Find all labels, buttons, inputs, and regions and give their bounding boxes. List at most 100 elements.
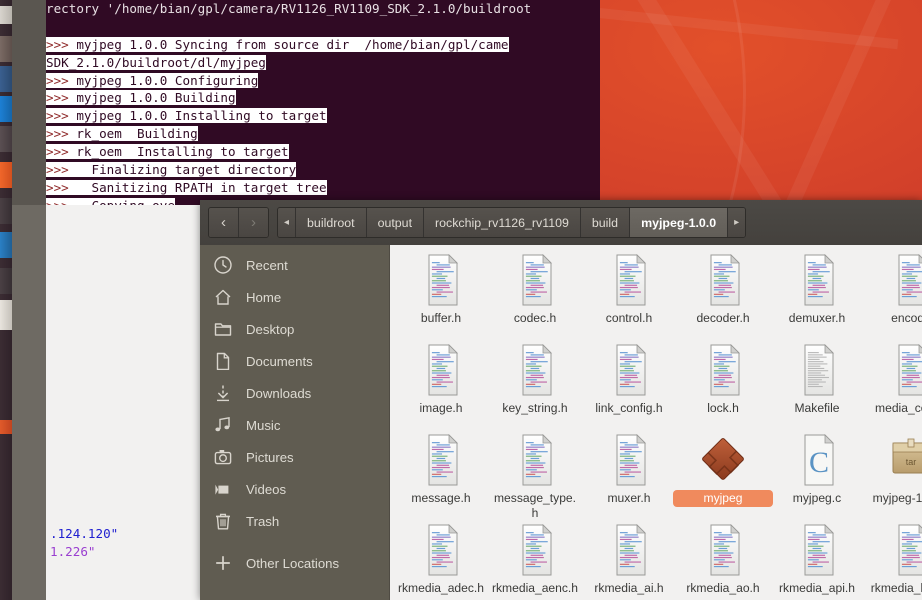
sidebar-item-trash[interactable]: Trash [200,505,389,537]
breadcrumb-item-myjpeg-1-0-0[interactable]: myjpeg-1.0.0 [630,208,729,237]
breadcrumb-item-buildroot[interactable]: buildroot [296,208,367,237]
app-icon[interactable] [0,268,12,294]
navigation-buttons[interactable]: ‹ › [208,207,269,238]
rhythmbox-icon[interactable] [0,96,12,122]
file-manager-headerbar: ‹ › ◂ buildroot output rockchip_rv1126_rv11… [200,200,922,246]
sidebar-item-documents[interactable]: Documents [200,345,389,377]
file-name-label: myjpeg-1.0.0.t [872,491,922,505]
editor-text[interactable]: .124.120" 1.226" [12,525,200,561]
terminal-line: :40>>> Finalizing target directory [12,161,600,179]
terminal-window[interactable]: rectory '/home/bian/gpl/camera/RV1126_RV… [12,0,600,205]
files-icon[interactable] [0,6,12,24]
file-name-label: demuxer.h [788,311,846,325]
unity-launcher[interactable] [0,0,12,600]
sidebar-item-home[interactable]: Home [200,281,389,313]
file-item[interactable]: image.h [394,339,488,429]
file-item[interactable]: tar myjpeg-1.0.0.t [864,429,922,519]
terminal-text: >>> rk_oem Building [46,126,198,142]
terminal-text: >>> myjpeg 1.0.0 Installing to target [46,108,327,124]
source-file-icon [513,523,557,577]
firefox-icon[interactable] [0,36,12,62]
source-file-icon [513,343,557,397]
terminal-text: SDK_2.1.0/buildroot/dl/myjpeg [46,54,266,70]
libreoffice-icon[interactable] [0,126,12,152]
file-item[interactable]: key_string.h [488,339,582,429]
sidebar-item-pictures[interactable]: Pictures [200,441,389,473]
file-item[interactable]: link_config.h [582,339,676,429]
launcher-indicator-icon[interactable] [0,420,12,434]
file-item[interactable]: muxer.h [582,429,676,519]
file-item[interactable]: rkmedia_api.h [770,519,864,600]
sidebar-item-downloads[interactable]: Downloads [200,377,389,409]
file-item[interactable]: rkmedia_ai.h [582,519,676,600]
terminal-line: :32>>> myjpeg 1.0.0 Configuring [12,72,600,90]
terminal-output[interactable]: rectory '/home/bian/gpl/camera/RV1126_RV… [12,0,600,205]
breadcrumb-item-build[interactable]: build [580,208,631,237]
sidebar-places[interactable]: Recent Home Desktop Documents Downloads Music… [200,245,390,600]
breadcrumb-item-rockchip-rv1126-rv1109[interactable]: rockchip_rv1126_rv1109 [424,208,581,237]
ubuntu-software-icon[interactable] [0,162,12,188]
file-name-label: message_type.h [493,491,577,520]
terminal-prompt-marker: >>> [46,162,69,178]
breadcrumb[interactable]: ◂ buildroot output rockchip_rv1126_rv1109 bu… [277,207,747,238]
file-item[interactable]: media_config [864,339,922,429]
terminal-text: >>> Sanitizing RPATH in target tree [46,179,327,195]
source-file-icon [419,343,463,397]
trash-icon[interactable] [0,300,12,330]
editor-line: .124.120" [50,526,119,541]
download-arrow-icon [200,384,246,402]
file-name-label: lock.h [707,401,739,415]
icon-grid[interactable]: buffer.h codec.h control.h decoder.h demuxer… [390,245,922,600]
forward-button[interactable]: › [239,208,268,237]
file-name-label: key_string.h [502,401,568,415]
executable-icon [701,433,745,487]
file-item[interactable]: rkmedia_adec.h [394,519,488,600]
terminal-icon[interactable] [0,232,12,258]
file-item[interactable]: rkmedia_aenc.h [488,519,582,600]
source-file-icon [795,523,839,577]
sidebar-item-recent[interactable]: Recent [200,249,389,281]
sidebar-item-videos[interactable]: Videos [200,473,389,505]
file-list-area[interactable]: buffer.h codec.h control.h decoder.h demuxer… [390,245,922,600]
file-item[interactable]: message_type.h [488,429,582,520]
file-name-label: message.h [411,491,471,505]
back-button[interactable]: ‹ [209,208,239,237]
sidebar-item-label: Documents [246,353,313,369]
file-item[interactable]: lock.h [676,339,770,429]
file-name-label: myjpeg [674,491,772,506]
sidebar-item-music[interactable]: Music [200,409,389,441]
file-item[interactable]: message.h [394,429,488,519]
file-name-label: control.h [605,311,653,325]
file-item[interactable]: rkmedia_ao.h [676,519,770,600]
file-item[interactable]: control.h [582,249,676,339]
file-name-label: myjpeg.c [792,491,842,505]
file-item[interactable]: Cmyjpeg.c [770,429,864,519]
pathbar-scroll-left-icon[interactable]: ◂ [278,208,297,237]
file-name-label: rkmedia_ao.h [686,581,760,595]
terminal-line: 9SDK_2.1.0/buildroot/dl/myjpeg [12,54,600,72]
file-item[interactable]: Makefile [770,339,864,429]
breadcrumb-item-output[interactable]: output [366,208,425,237]
file-item[interactable]: codec.h [488,249,582,339]
file-name-label: media_config [875,401,922,415]
file-item[interactable]: demuxer.h [770,249,864,339]
plain-text-file-icon [795,343,839,397]
sidebar-item-other-locations[interactable]: Other Locations [200,547,389,579]
file-item[interactable]: rkmedia_buffer [864,519,922,600]
file-manager-window[interactable]: ‹ › ◂ buildroot output rockchip_rv1126_rv11… [200,200,922,600]
file-name-label: encode [891,311,922,325]
folder-icon [200,320,246,338]
file-item[interactable]: decoder.h [676,249,770,339]
file-item[interactable]: myjpeg [674,429,772,519]
thunderbird-icon[interactable] [0,66,12,92]
sidebar-item-desktop[interactable]: Desktop [200,313,389,345]
editor-pane[interactable]: .124.120" 1.226" [12,205,200,600]
file-item[interactable]: encode [864,249,922,339]
settings-icon[interactable] [0,198,12,224]
source-file-icon [795,253,839,307]
file-item[interactable]: buffer.h [394,249,488,339]
editor-line: 1.226" [50,544,96,559]
pathbar-scroll-right-icon[interactable]: ▸ [728,208,746,237]
file-name-label: codec.h [513,311,557,325]
